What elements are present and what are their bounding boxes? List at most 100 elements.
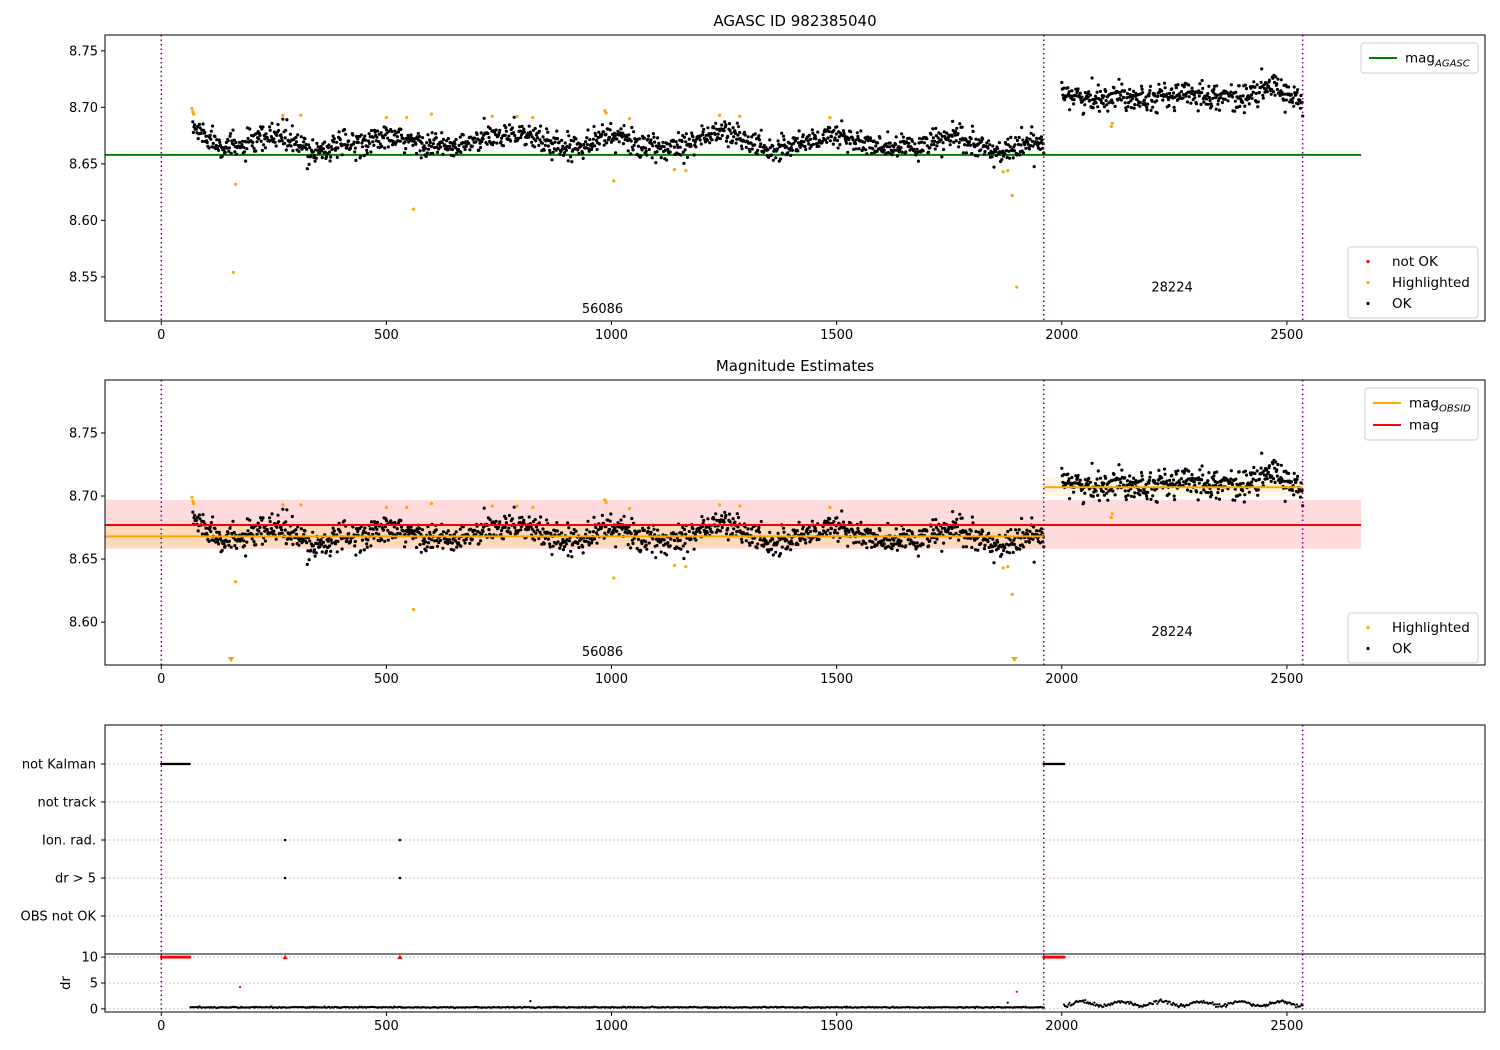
highlighted-point: [828, 115, 832, 120]
ok-point: [780, 151, 784, 155]
ok-point: [1032, 133, 1036, 137]
ok-point: [252, 540, 256, 544]
ok-point: [1157, 468, 1161, 472]
y-tick-label: 8.75: [69, 44, 98, 59]
ok-point: [398, 139, 402, 143]
ok-point: [857, 147, 861, 151]
ok-point: [608, 527, 612, 532]
ok-point: [1275, 468, 1279, 472]
highlighted-point: [233, 182, 238, 186]
ok-point: [284, 128, 288, 132]
ok-point: [1139, 84, 1144, 88]
ok-point: [1260, 451, 1264, 455]
ok-point: [290, 514, 294, 519]
dr-not-ok-point: [282, 954, 288, 960]
ok-point: [548, 545, 552, 549]
ok-point: [723, 510, 727, 514]
ok-point: [1095, 477, 1099, 481]
ok-point: [519, 528, 523, 532]
ok-point: [1025, 136, 1029, 140]
ok-point: [1095, 90, 1099, 94]
ok-point: [581, 545, 585, 549]
ok-point: [650, 156, 654, 160]
dr-not-ok-point: [1015, 990, 1018, 993]
ok-point: [868, 136, 873, 140]
ok-point: [870, 545, 874, 549]
ok-point: [386, 538, 390, 542]
ok-point: [771, 158, 775, 162]
ok-point: [768, 138, 772, 142]
ok-point: [328, 159, 332, 163]
ok-point: [303, 137, 307, 141]
ok-point: [534, 139, 538, 143]
highlighted-point: [1001, 170, 1005, 174]
flag-category-label: Ion. rad.: [42, 834, 96, 849]
ok-point: [354, 158, 358, 162]
ok-point: [619, 127, 623, 131]
ok-point: [399, 133, 404, 137]
ok-point: [744, 539, 748, 543]
ok-point: [775, 540, 780, 544]
ok-point: [915, 541, 919, 545]
ok-point: [194, 127, 198, 131]
ok-point: [655, 150, 659, 154]
x-tick-label: 1000: [595, 328, 628, 343]
highlighted-point: [612, 576, 616, 580]
legend-dot-swatch: [1366, 625, 1370, 630]
ok-point: [251, 140, 255, 144]
ok-point: [1091, 494, 1095, 498]
highlighted-point: [1110, 121, 1114, 125]
ok-point: [1160, 476, 1164, 480]
ok-point: [971, 521, 975, 525]
ok-point: [714, 121, 718, 125]
ok-point: [308, 539, 312, 543]
ok-point: [1145, 497, 1149, 501]
ok-point: [1015, 138, 1020, 143]
ok-point: [1021, 151, 1025, 155]
ok-point: [296, 133, 300, 137]
ok-point: [939, 530, 943, 534]
ok-point: [261, 125, 265, 129]
ok-point: [1130, 97, 1135, 101]
ok-point: [1209, 490, 1213, 494]
ok-point: [835, 125, 839, 129]
highlighted-point: [738, 114, 742, 118]
ok-point: [431, 142, 435, 146]
ok-point: [632, 130, 636, 134]
ok-point: [568, 143, 572, 147]
ok-point: [268, 125, 272, 129]
ok-point: [1155, 99, 1159, 103]
dr-point: [1216, 1003, 1219, 1006]
ok-point: [353, 146, 357, 150]
highlighted-point: [190, 495, 194, 499]
obsid-label: 56086: [582, 645, 623, 660]
ok-point: [1290, 100, 1295, 104]
ok-point: [458, 135, 462, 139]
ok-point: [934, 126, 938, 130]
ok-point: [1284, 98, 1288, 102]
ok-point: [1123, 89, 1127, 93]
ok-point: [277, 128, 281, 133]
ok-point: [291, 149, 295, 153]
ok-point: [1283, 479, 1287, 483]
ok-point: [645, 547, 649, 551]
ok-point: [545, 127, 549, 131]
ok-point: [280, 139, 284, 143]
highlighted-point: [531, 505, 535, 509]
ok-point: [446, 137, 450, 141]
ok-point: [950, 134, 954, 138]
ok-point: [268, 128, 272, 132]
ok-point: [710, 530, 714, 534]
ok-point: [347, 532, 351, 536]
ok-point: [630, 516, 634, 521]
ok-point: [611, 138, 615, 142]
ok-point: [1217, 108, 1222, 112]
ok-point: [657, 141, 661, 145]
ok-point: [1097, 498, 1101, 503]
ok-point: [1082, 500, 1086, 505]
ok-point: [894, 135, 898, 139]
ok-point: [678, 538, 682, 543]
ok-point: [755, 152, 759, 156]
ok-point: [1191, 89, 1195, 93]
ok-point: [572, 139, 576, 143]
